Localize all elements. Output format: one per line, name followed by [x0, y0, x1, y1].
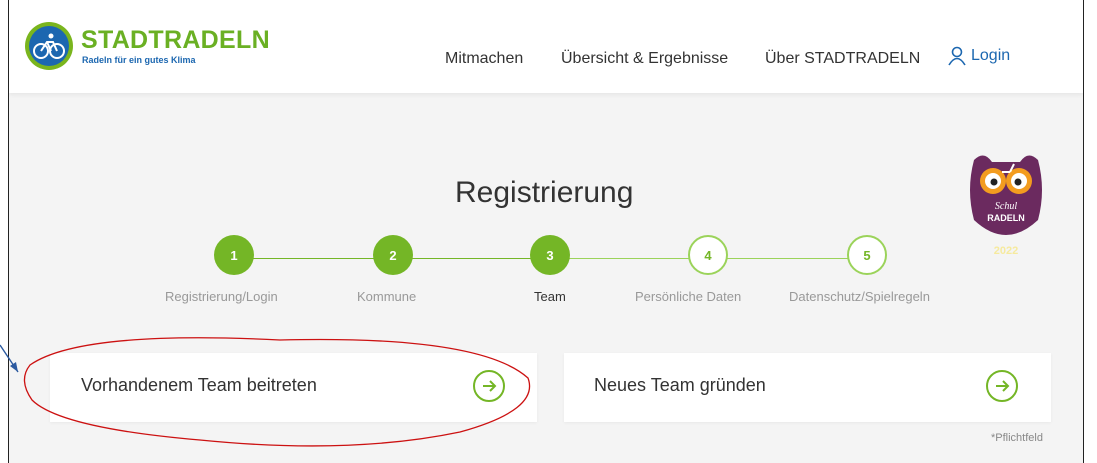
bicycle-logo-icon[interactable] — [25, 22, 73, 70]
step-4-circle: 4 — [688, 235, 728, 275]
page-title: Registrierung — [455, 176, 634, 209]
step-2-circle[interactable]: 2 — [373, 235, 413, 275]
required-field-note: *Pflichtfeld — [991, 432, 1043, 444]
step-3-circle: 3 — [530, 235, 570, 275]
step-4-label: Persönliche Daten — [635, 289, 742, 304]
step-3-label: Team — [534, 289, 566, 304]
arrow-right-circle-icon[interactable] — [986, 370, 1018, 402]
step-1-circle[interactable]: 1 — [214, 235, 254, 275]
logo-title[interactable]: STADTRADELN — [81, 26, 270, 55]
step-1-label: Registrierung/Login — [165, 289, 278, 304]
step-5-label: Datenschutz/Spielregeln — [789, 289, 930, 304]
nav-item-mitmachen[interactable]: Mitmachen — [445, 50, 523, 68]
logo-subtitle: Radeln für ein gutes Klima — [82, 55, 196, 65]
create-team-label: Neues Team gründen — [594, 375, 766, 395]
badge-line1: Schul — [995, 201, 1017, 212]
join-team-label: Vorhandenem Team beitreten — [81, 375, 317, 395]
join-team-card[interactable]: Vorhandenem Team beitreten — [50, 353, 537, 422]
badge-year: 2022 — [994, 245, 1018, 257]
site-header: STADTRADELN Radeln für ein gutes Klima M… — [9, 0, 1083, 93]
nav-item-uebersicht[interactable]: Übersicht & Ergebnisse — [561, 50, 728, 68]
login-link[interactable]: Login — [947, 46, 1010, 66]
create-team-card[interactable]: Neues Team gründen — [564, 353, 1051, 422]
step-5-circle: 5 — [847, 235, 887, 275]
badge-line2: RADELN — [987, 213, 1025, 223]
nav-item-ueber[interactable]: Über STADTRADELN — [765, 50, 920, 68]
user-icon — [948, 46, 966, 66]
owl-badge-icon: Schul RADELN 2022 — [970, 155, 1042, 257]
bicycle-glyph — [33, 33, 65, 59]
schulradeln-badge: Schul RADELN 2022 — [964, 150, 1048, 260]
step-2-label: Kommune — [357, 289, 417, 304]
browser-frame: STADTRADELN Radeln für ein gutes Klima M… — [8, 0, 1084, 463]
arrow-right-circle-icon[interactable] — [473, 370, 505, 402]
login-label: Login — [971, 47, 1011, 64]
